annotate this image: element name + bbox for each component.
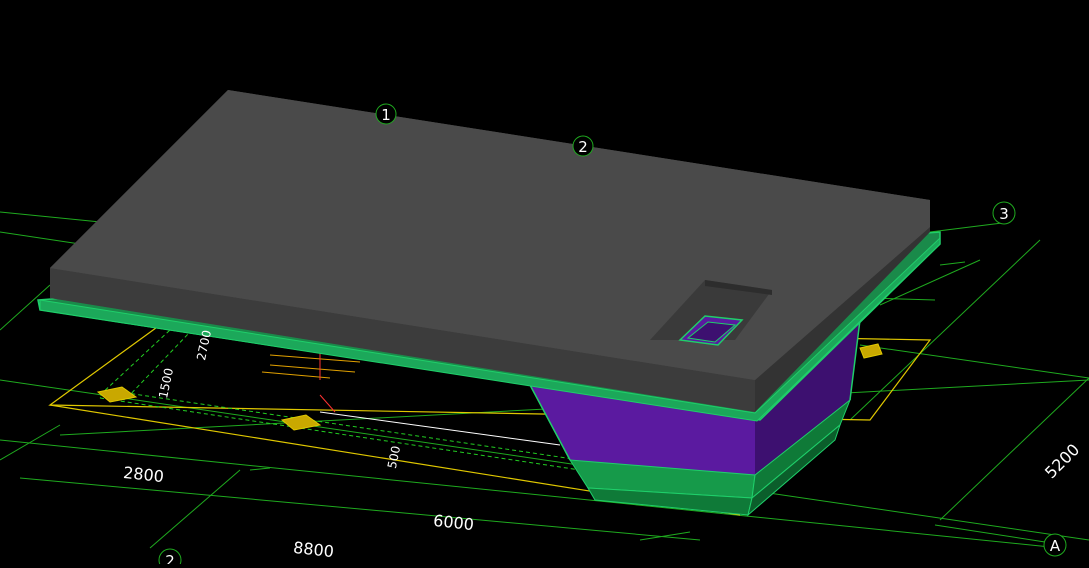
axis-label-3: 3	[999, 205, 1009, 223]
dimension-500: 500	[385, 445, 403, 470]
grid-line	[249, 467, 271, 471]
grid-line	[934, 524, 1046, 543]
dimension-6000: 6000	[432, 511, 474, 534]
axis-label-1: 1	[381, 106, 391, 124]
axis-marker-3[interactable]: 3	[992, 201, 1016, 225]
rebar-line	[269, 364, 356, 373]
grid-line	[0, 439, 1061, 549]
cad-3d-viewport[interactable]: 1 2 3 2 A 2800 6000 8800 5200 1500 2700 …	[0, 0, 1089, 568]
grid-line	[859, 344, 1089, 379]
axis-marker-2-bottom[interactable]: 2	[158, 548, 182, 568]
grid-line	[149, 469, 241, 549]
dimension-5200: 5200	[1041, 440, 1083, 482]
dimension-2800: 2800	[122, 463, 164, 486]
dimension-1500: 1500	[156, 367, 176, 400]
axis-label-2-bottom: 2	[165, 552, 175, 564]
dimension-8800: 8800	[292, 538, 334, 561]
grid-line	[929, 221, 1011, 233]
grid-line	[0, 424, 61, 461]
model-canvas[interactable]: 1 2 3 2 A 2800 6000 8800 5200 1500 2700 …	[0, 0, 1089, 568]
grid-line	[939, 261, 966, 266]
axis-label-A: A	[1050, 537, 1061, 555]
axis-marker-2[interactable]: 2	[572, 135, 594, 157]
column-pad	[280, 414, 322, 431]
axis-marker-A[interactable]: A	[1043, 533, 1067, 557]
column-pad	[859, 343, 883, 359]
slab-top	[50, 90, 930, 380]
column-pad	[96, 386, 138, 403]
hatch-strip	[99, 391, 581, 471]
axis-marker-1[interactable]: 1	[375, 103, 397, 125]
axis-label-2: 2	[578, 138, 588, 156]
section-line	[319, 411, 561, 446]
